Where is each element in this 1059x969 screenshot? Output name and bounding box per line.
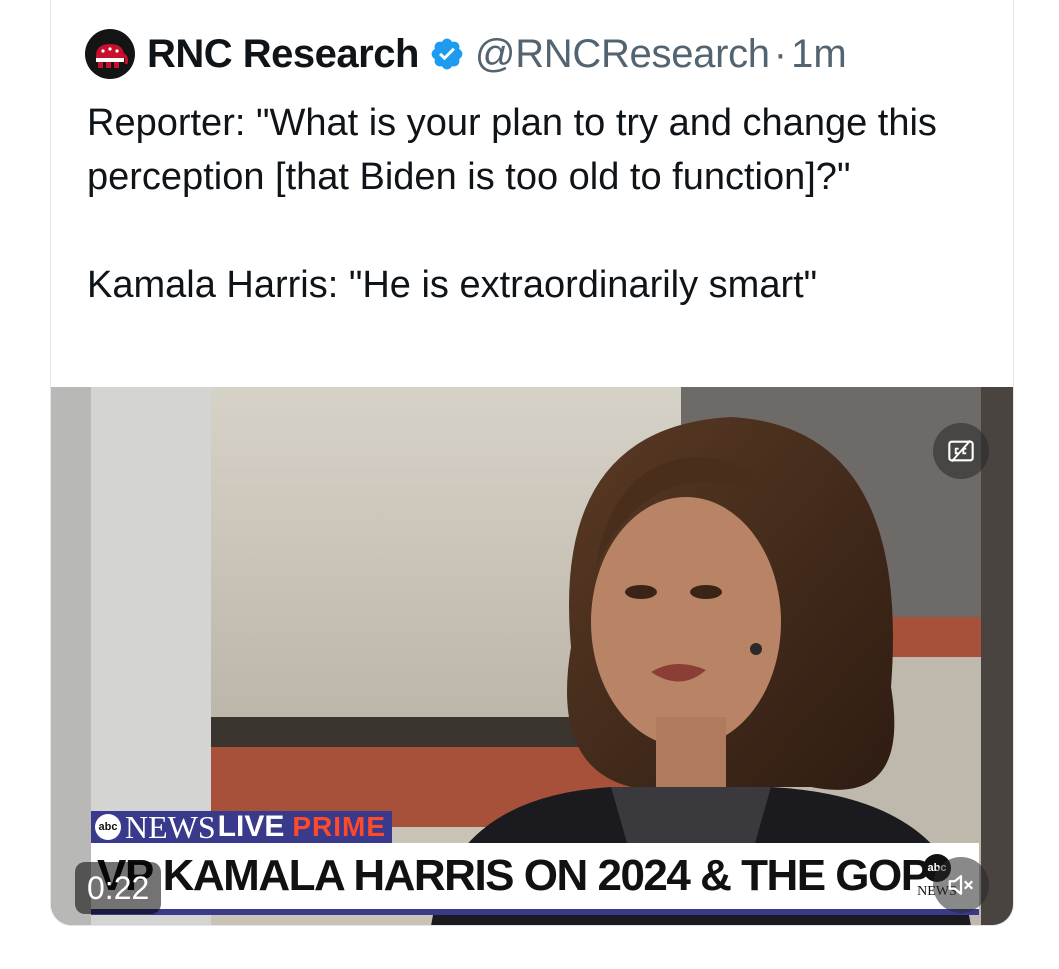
verified-badge-icon — [429, 36, 465, 72]
bug-prime-text: PRIME — [292, 811, 387, 842]
bug-live-text: LIVE — [217, 810, 285, 843]
closed-captions-icon — [948, 439, 974, 463]
headline-text: VP KAMALA HARRIS ON 2024 & THE GOP — [97, 851, 930, 900]
author-handle[interactable]: @RNCResearch — [475, 32, 770, 77]
bug-news-text: NEWS — [125, 809, 216, 845]
speaker-muted-icon — [948, 875, 974, 895]
closed-captions-button[interactable] — [933, 423, 989, 479]
video-player[interactable]: abc NEWS LIVE PRIME VP KAMALA HARRIS ON … — [51, 387, 1013, 925]
author-name[interactable]: RNC Research — [147, 32, 419, 77]
timestamp[interactable]: 1m — [791, 32, 847, 77]
rnc-elephant-logo — [96, 44, 128, 68]
news-lower-third: abc NEWS LIVE PRIME VP KAMALA HARRIS ON … — [91, 809, 979, 915]
headline-bar: VP KAMALA HARRIS ON 2024 & THE GOP abc N… — [91, 843, 979, 915]
abc-logo: abc — [95, 814, 121, 840]
network-bug: abc NEWS LIVE PRIME — [91, 809, 393, 845]
separator-dot: · — [773, 31, 788, 76]
avatar[interactable] — [85, 29, 135, 79]
tweet-text: Reporter: "What is your plan to try and … — [87, 102, 937, 306]
mute-button[interactable] — [933, 857, 989, 913]
video-timer: 0:22 — [75, 862, 162, 914]
tweet-card[interactable]: RNC Research @RNCResearch · 1m Reporter:… — [50, 0, 1014, 926]
tweet-header: RNC Research @RNCResearch · 1m — [85, 26, 847, 82]
